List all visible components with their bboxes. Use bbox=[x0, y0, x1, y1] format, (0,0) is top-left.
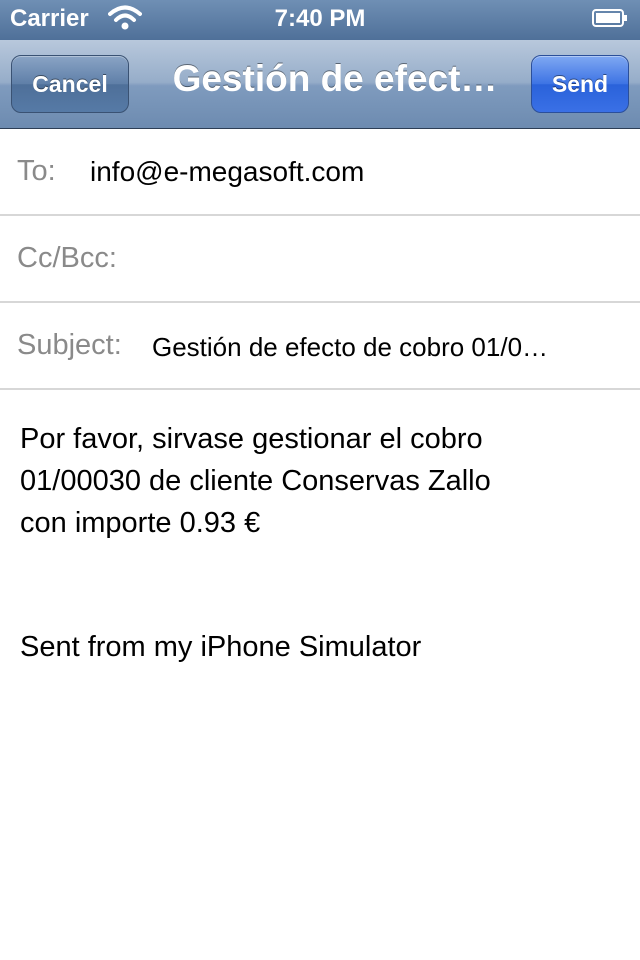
message-body[interactable]: Por favor, sirvase gestionar el cobro 01… bbox=[20, 418, 620, 668]
navigation-bar: Cancel Gestión de efect… Send bbox=[0, 40, 640, 129]
status-bar: Carrier 7:40 PM bbox=[0, 0, 640, 40]
status-time: 7:40 PM bbox=[274, 5, 366, 32]
ccbcc-label: Cc/Bcc: bbox=[17, 242, 117, 274]
message-signature: Sent from my iPhone Simulator bbox=[20, 631, 422, 663]
to-label: To: bbox=[17, 155, 56, 187]
message-line: 01/00030 de cliente Conservas Zallo bbox=[20, 465, 491, 497]
send-button[interactable]: Send bbox=[531, 55, 629, 113]
cancel-button[interactable]: Cancel bbox=[11, 55, 129, 113]
subject-label: Subject: bbox=[17, 329, 122, 361]
to-field[interactable]: info@e-megasoft.com bbox=[90, 156, 620, 188]
battery-icon bbox=[592, 9, 627, 27]
subject-field-row[interactable]: Subject: Gestión de efecto de cobro 01/0… bbox=[0, 303, 640, 390]
subject-field[interactable]: Gestión de efecto de cobro 01/0… bbox=[152, 332, 622, 363]
ccbcc-field-row[interactable]: Cc/Bcc: bbox=[0, 216, 640, 303]
to-field-row[interactable]: To: info@e-megasoft.com bbox=[0, 129, 640, 216]
message-line: Por favor, sirvase gestionar el cobro bbox=[20, 423, 483, 455]
page-title: Gestión de efect… bbox=[172, 58, 498, 99]
message-line: con importe 0.93 € bbox=[20, 507, 261, 539]
